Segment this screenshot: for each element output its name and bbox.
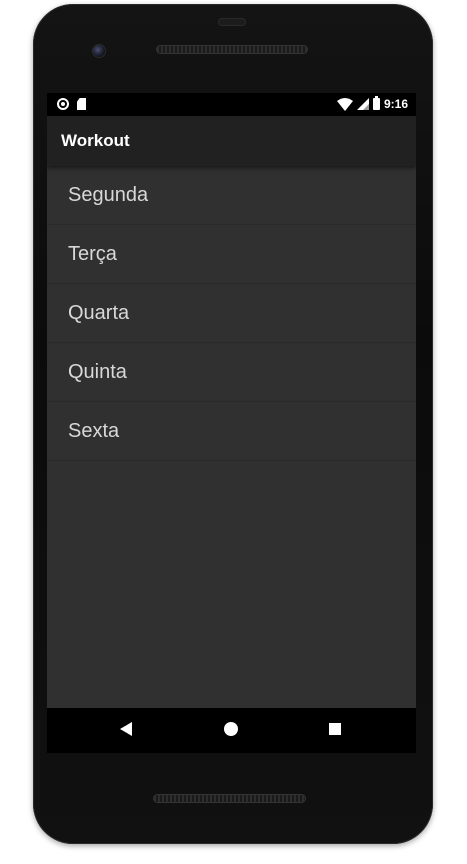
list-item-label: Quarta bbox=[68, 301, 130, 324]
status-left-icons bbox=[57, 98, 86, 110]
top-speaker-grille bbox=[156, 45, 308, 54]
content-area: Segunda Terça Quarta Quinta Sexta + bbox=[47, 166, 416, 753]
status-time: 9:16 bbox=[383, 97, 408, 111]
recents-icon[interactable] bbox=[329, 723, 341, 735]
list-item-quarta[interactable]: Quarta bbox=[47, 284, 416, 343]
signal-icon bbox=[356, 98, 369, 110]
screen: 9:16 Workout Segunda Terça Quarta Quinta… bbox=[47, 93, 416, 753]
list-item-label: Terça bbox=[68, 242, 117, 265]
app-title: Workout bbox=[61, 131, 130, 150]
status-bar: 9:16 bbox=[47, 93, 416, 116]
list-item-segunda[interactable]: Segunda bbox=[47, 166, 416, 225]
list-item-terca[interactable]: Terça bbox=[47, 225, 416, 284]
app-bar: Workout bbox=[47, 116, 416, 166]
wifi-icon bbox=[336, 97, 353, 111]
battery-icon bbox=[372, 96, 380, 110]
sd-card-icon bbox=[77, 98, 86, 110]
list-item-sexta[interactable]: Sexta bbox=[47, 402, 416, 461]
home-icon[interactable] bbox=[224, 722, 238, 736]
back-icon[interactable] bbox=[120, 722, 132, 736]
status-right-icons: 9:16 bbox=[336, 96, 408, 111]
circle-dot-icon bbox=[57, 98, 69, 110]
list-item-quinta[interactable]: Quinta bbox=[47, 343, 416, 402]
day-list: Segunda Terça Quarta Quinta Sexta bbox=[47, 166, 416, 461]
front-camera bbox=[92, 44, 106, 58]
sensor-slot bbox=[218, 18, 246, 26]
list-item-label: Sexta bbox=[68, 419, 120, 442]
list-item-label: Segunda bbox=[68, 183, 149, 206]
bottom-speaker-grille bbox=[153, 794, 306, 803]
list-item-label: Quinta bbox=[68, 360, 127, 383]
navigation-bar bbox=[47, 708, 416, 753]
